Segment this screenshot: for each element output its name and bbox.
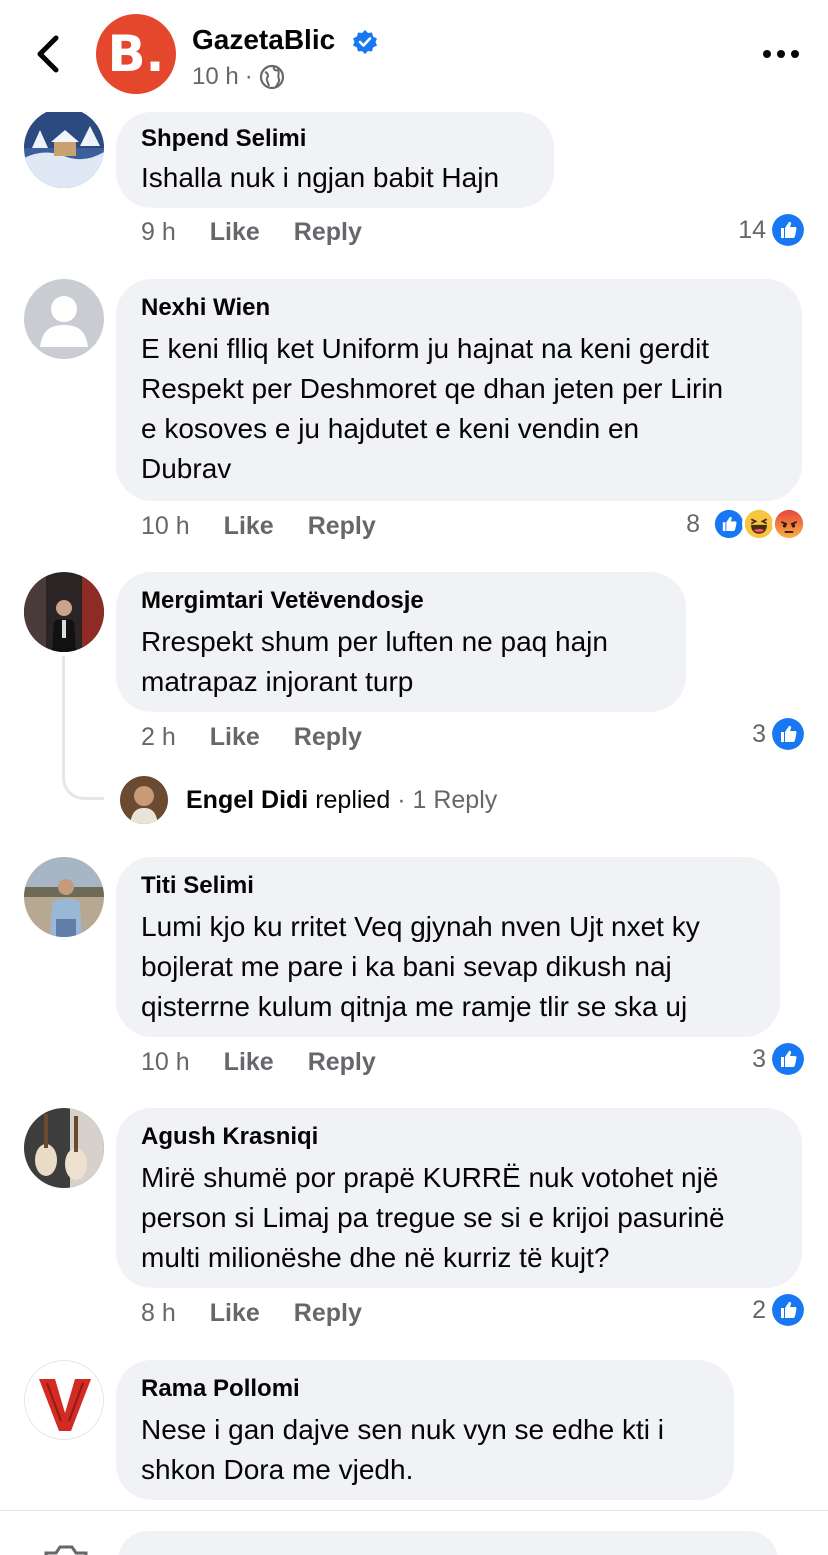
like-button[interactable]: Like [224,512,274,541]
comment-bubble: Agush Krasniqi Mirë shumë por prapë KURR… [116,1108,802,1288]
like-icon [772,718,804,750]
reply-avatar [120,776,168,824]
like-icon [772,1294,804,1326]
comment-time: 9 h [141,218,176,246]
camera-icon[interactable] [42,1541,90,1555]
like-icon [772,214,804,246]
reply-author: Engel Didi [186,785,309,814]
comment-bubble: Nexhi Wien E keni flliq ket Uniform ju h… [116,279,802,501]
reply-summary-text: Engel Didi replied · 1 Reply [186,786,497,815]
comment-actions: 8 h Like Reply [141,1299,362,1328]
meta-separator: · [244,63,253,90]
reply-verb: replied [315,785,391,814]
comment-composer [0,1510,828,1555]
comment-author[interactable]: Agush Krasniqi [141,1122,778,1152]
post-header: B. GazetaBlic 10 h · [0,0,828,112]
reaction-count: 2 [752,1295,766,1324]
reaction-summary[interactable]: 14 [738,214,804,246]
comment-bubble: Shpend Selimi Ishalla nuk i ngjan babit … [116,112,554,208]
comment-text: Mirë shumë por prapë KURRË nuk votohet n… [141,1162,725,1273]
comment-text: E keni flliq ket Uniform ju hajnat na ke… [141,333,724,484]
comment-actions: 2 h Like Reply [141,723,362,752]
post-time: 10 h [192,63,239,90]
comment-text: Lumi kjo ku rritet Veq gjynah nven Ujt n… [141,911,700,1022]
reply-count: 1 Reply [412,785,498,814]
reaction-count: 3 [752,1044,766,1073]
reaction-summary[interactable]: 2 [752,1294,804,1326]
avatar[interactable] [24,1108,104,1188]
globe-icon [259,64,284,90]
reply-button[interactable]: Reply [294,1299,362,1328]
like-icon [772,1043,804,1075]
comment-time: 2 h [141,723,176,751]
comment-author[interactable]: Shpend Selimi [141,124,530,154]
reaction-count: 14 [738,215,766,244]
comment-actions: 9 h Like Reply [141,218,362,247]
like-button[interactable]: Like [224,1048,274,1077]
comment-author[interactable]: Nexhi Wien [141,293,778,323]
more-options-icon[interactable] [762,44,800,64]
reaction-summary[interactable]: 8 [686,507,806,541]
avatar[interactable] [24,108,104,188]
haha-icon [742,507,776,541]
page-name[interactable]: GazetaBlic [192,24,335,56]
comment-time: 8 h [141,1299,176,1327]
like-icon [712,507,746,541]
like-button[interactable]: Like [210,723,260,752]
comment-input[interactable] [118,1531,778,1555]
like-button[interactable]: Like [210,1299,260,1328]
reply-separator: · [397,785,406,814]
angry-icon [772,507,806,541]
thread-line [62,656,104,800]
view-replies-link[interactable]: Engel Didi replied · 1 Reply [120,776,497,824]
avatar[interactable] [24,1360,104,1440]
verified-badge-icon [353,30,377,54]
reaction-count: 3 [752,719,766,748]
comment-actions: 10 h Like Reply [141,512,376,541]
reaction-count: 8 [686,509,700,538]
comment-text: Rrespekt shum per luften ne paq hajn mat… [141,626,608,697]
comment-text: Nese i gan dajve sen nuk vyn se edhe kti… [141,1414,664,1485]
comment-bubble: Titi Selimi Lumi kjo ku rritet Veq gjyna… [116,857,780,1037]
comment-author[interactable]: Mergimtari Vetëvendosje [141,586,662,616]
reply-button[interactable]: Reply [294,218,362,247]
comment-bubble: Mergimtari Vetëvendosje Rrespekt shum pe… [116,572,686,712]
comment-time: 10 h [141,512,190,540]
reply-button[interactable]: Reply [308,1048,376,1077]
reply-button[interactable]: Reply [294,723,362,752]
post-meta: 10 h · [192,63,285,91]
comment-actions: 10 h Like Reply [141,1048,376,1077]
reply-button[interactable]: Reply [308,512,376,541]
reaction-summary[interactable]: 3 [752,718,804,750]
avatar[interactable] [24,572,104,652]
comment-author[interactable]: Rama Pollomi [141,1374,710,1404]
avatar[interactable] [24,857,104,937]
back-arrow-icon[interactable] [30,34,66,74]
comment-author[interactable]: Titi Selimi [141,871,756,901]
avatar[interactable] [24,279,104,359]
comment-text: Ishalla nuk i ngjan babit Hajn [141,162,500,193]
comment-bubble: Rama Pollomi Nese i gan dajve sen nuk vy… [116,1360,734,1500]
like-button[interactable]: Like [210,218,260,247]
reaction-stack [712,507,806,541]
page-logo-letter: B. [107,25,165,83]
comment-time: 10 h [141,1048,190,1076]
reaction-summary[interactable]: 3 [752,1043,804,1075]
page-avatar[interactable]: B. [96,14,176,94]
